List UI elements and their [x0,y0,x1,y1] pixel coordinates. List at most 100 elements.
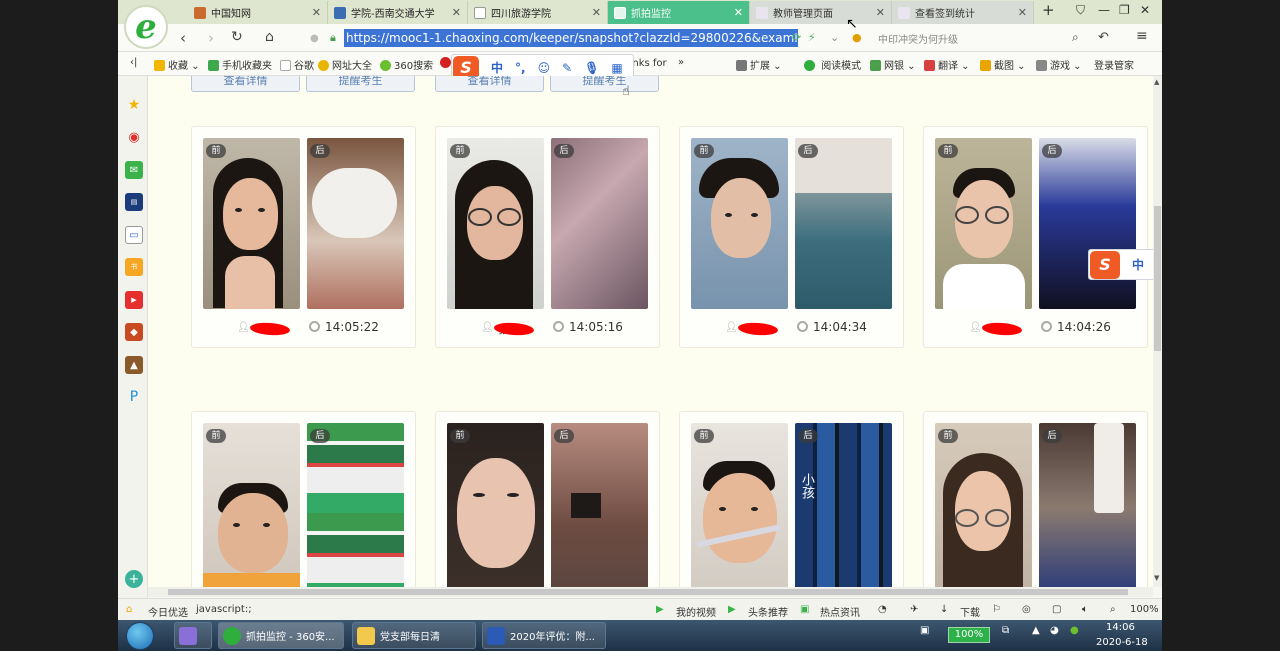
search-engine-icon[interactable]: ● [852,31,862,44]
back-photo[interactable]: 后 [1039,138,1136,309]
skin-icon[interactable]: ✎ [562,61,572,75]
today-picks[interactable]: 今日优选 [148,604,188,619]
back-photo[interactable]: 后 [1039,423,1136,587]
vertical-scrollbar[interactable]: ▲ ▼ [1153,76,1162,587]
hot-news[interactable]: 热点资讯 [820,604,860,619]
favorites-menu[interactable]: 收藏 ⌄ [154,57,200,72]
app-icon-pinned[interactable] [174,622,212,649]
menu-icon[interactable]: ≡ [1136,28,1148,44]
forward-icon[interactable]: › [208,29,214,47]
voice-icon[interactable]: 🎙︎ [584,61,599,75]
tab-swjtu[interactable]: 学院-西南交通大学 ✕ [328,1,468,24]
news-app-icon[interactable]: ▤ [125,193,143,211]
translate-menu[interactable]: 翻译 ⌄ [924,57,970,72]
back-photo[interactable]: 后 [551,423,648,587]
close-icon[interactable]: ✕ [876,6,885,19]
back-photo[interactable]: 后 [551,138,648,309]
tray-360-icon[interactable]: ● [1070,625,1079,636]
compat-icon[interactable]: ⟳ [792,31,801,44]
star-icon[interactable]: ★ [125,96,143,114]
sound-icon[interactable]: 🔈︎ [1082,604,1088,615]
front-photo[interactable]: 前 [203,138,300,309]
front-photo[interactable]: 前 [447,138,544,309]
remind-student-button[interactable]: 提醒考生 [306,76,415,92]
close-icon[interactable]: ✕ [452,6,461,19]
video-icon[interactable]: ▶ [656,604,664,615]
ime-punct[interactable]: °, [515,61,526,75]
browser-icon[interactable]: ◎ [1022,604,1031,615]
tab-tourism[interactable]: 四川旅游学院 ✕ [468,1,608,24]
close-icon[interactable]: ✕ [1018,6,1027,19]
horizontal-scrollbar[interactable] [148,587,1153,597]
novel-icon[interactable]: 书 [125,258,143,276]
remind-student-button[interactable]: 提醒考生 [550,76,659,92]
speed-icon[interactable]: ◔ [878,604,887,615]
flag-icon[interactable]: ⚐ [992,604,1001,615]
emoji-icon[interactable]: ☺ [538,61,551,75]
gift-icon[interactable]: ⌂ [126,604,132,615]
headlines-icon[interactable]: ▶ [728,604,736,615]
home-icon[interactable]: ⌂ [265,29,274,45]
window-icon[interactable]: ▢ [1052,604,1061,615]
pin-app-icon[interactable]: P [125,388,143,406]
search-hint[interactable]: 中印冲突为何升级 [878,31,958,46]
news-icon[interactable]: ▣ [800,604,809,615]
mail-icon[interactable]: ✉ [125,161,143,179]
front-photo[interactable]: 前 [935,138,1032,309]
doc-icon[interactable]: ▭ [125,226,143,244]
add-icon[interactable]: + [125,570,143,588]
game2-icon[interactable]: ▲ [125,356,143,374]
taskbar-item-word[interactable]: 2020年评优：附... [482,622,606,649]
toolbox-icon[interactable]: ▦ [611,61,622,75]
front-photo[interactable]: 前 [691,138,788,309]
scroll-thumb[interactable] [168,589,1128,595]
back-icon[interactable]: ‹ [180,29,186,47]
taskbar-item-folder[interactable]: 党支部每日清 [352,622,476,649]
tab-teacher-management[interactable]: 教师管理页面 ✕ [750,1,892,24]
ime-lang[interactable]: 中 [491,59,503,76]
reading-mode[interactable]: 阅读模式 [804,57,861,72]
close-icon[interactable]: ✕ [592,6,601,19]
shirt-icon[interactable]: ⛉ [1076,3,1085,18]
back-photo[interactable]: 后 [795,138,892,309]
front-photo[interactable]: 前 [447,423,544,587]
downloads[interactable]: 下载 [960,604,980,619]
battery-indicator[interactable]: 100% [948,627,990,643]
my-videos[interactable]: 我的视频 [676,604,716,619]
weibo-icon[interactable]: ◉ [125,128,143,146]
more-bookmarks-icon[interactable]: » [678,57,684,68]
back-photo[interactable]: 后 [307,423,404,587]
qq-icon[interactable]: ◕ [1050,625,1059,636]
screenshot-menu[interactable]: 截图 ⌄ [980,57,1026,72]
video-app-icon[interactable]: ▶ [125,291,143,309]
url-field[interactable]: 🔒︎ https://mooc1-1.chaoxing.com/keeper/s… [330,29,844,47]
start-button[interactable] [126,622,154,650]
browser-logo[interactable]: e [124,5,168,49]
tray-app-icon[interactable]: ▣ [920,625,929,636]
zoom-icon[interactable]: ⌕ [1110,604,1116,615]
refresh-icon[interactable]: ↻ [231,29,243,45]
ime-toolbar-floating[interactable]: S 中 [1088,249,1162,280]
view-details-button[interactable]: 查看详情 [435,76,544,92]
zoom-level[interactable]: 100% [1130,604,1159,615]
scroll-up-icon[interactable]: ▲ [1154,78,1159,86]
sidebar-toggle-icon[interactable]: ‹| [130,57,137,68]
tab-cnki[interactable]: 中国知网 ✕ [188,1,328,24]
undo-icon[interactable]: ↶ [1098,30,1109,45]
download-icon[interactable]: ↓ [940,604,948,615]
close-icon[interactable]: ✕ [312,6,321,19]
sogou-icon[interactable]: S [1090,250,1120,279]
ime-lang[interactable]: 中 [1132,256,1144,273]
tab-checkin-stats[interactable]: 查看签到统计 ✕ [892,1,1034,24]
search-icon[interactable]: ⌕ [1072,30,1079,45]
tab-snapshot-monitor[interactable]: 抓拍监控 ✕ [608,1,750,24]
lightning-icon[interactable]: ⚡ [808,31,816,44]
taskbar-item-browser[interactable]: 抓拍监控 - 360安... [218,622,344,649]
minimize-button[interactable]: — [1098,3,1110,17]
bookmark-mobile[interactable]: 手机收藏夹 [208,57,272,72]
bookmark-sites[interactable]: 网址大全 [318,57,372,72]
back-photo[interactable]: 小孩 后 [795,423,892,587]
front-photo[interactable]: 前 [203,423,300,587]
url-text[interactable]: https://mooc1-1.chaoxing.com/keeper/snap… [344,29,798,47]
bookmark-google[interactable]: 谷歌 [280,57,314,72]
